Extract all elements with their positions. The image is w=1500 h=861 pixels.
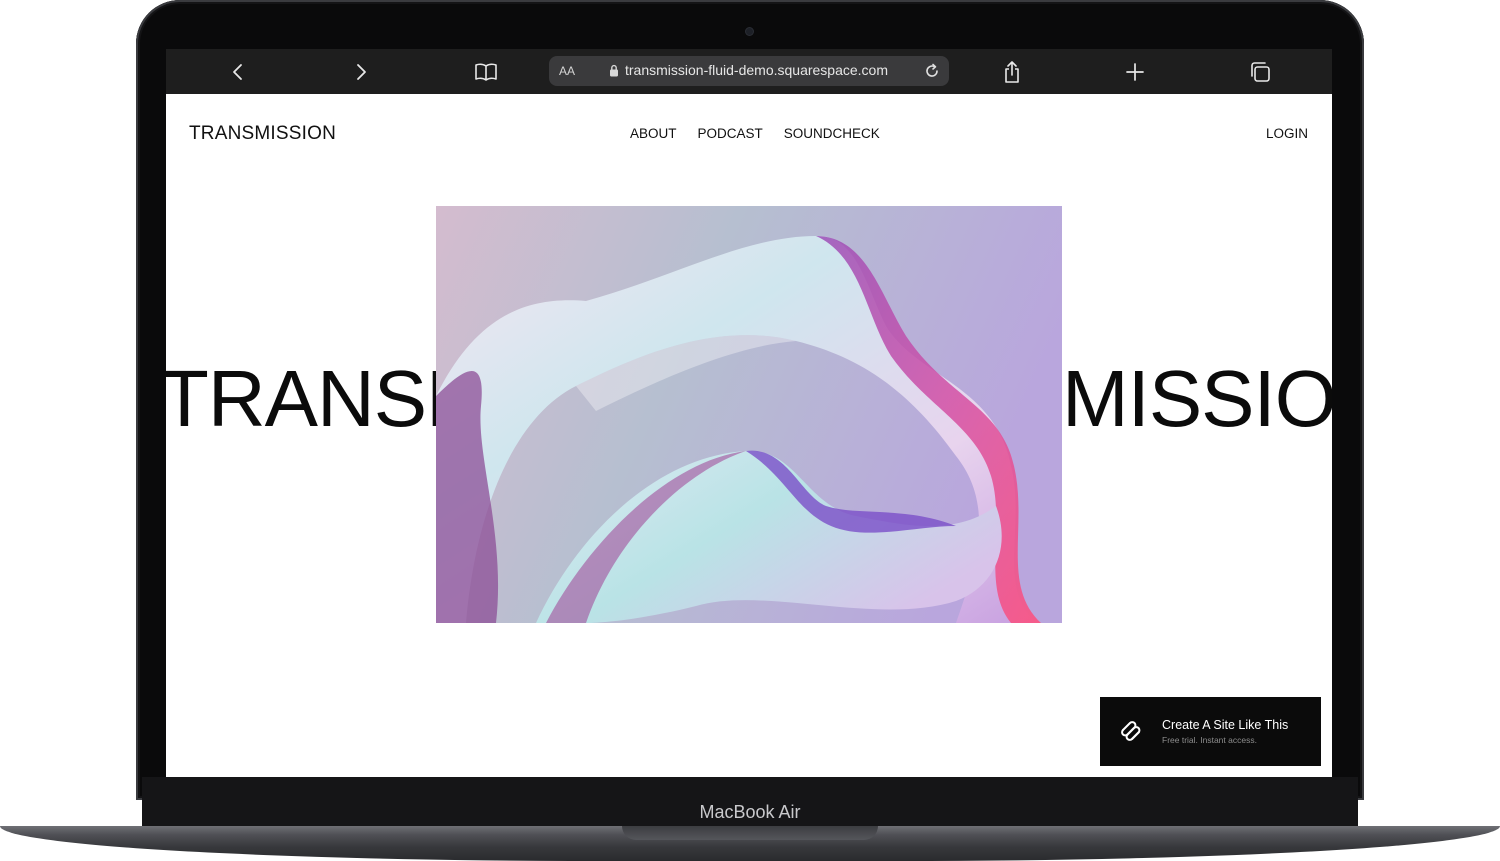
hero-image [436, 206, 1062, 623]
forward-button[interactable] [346, 57, 376, 87]
browser-toolbar: AA transmission-fluid-demo.squarespace.c… [166, 49, 1332, 94]
login-link[interactable]: LOGIN [1266, 126, 1308, 141]
tabs-overview-button[interactable] [1245, 57, 1275, 87]
forward-icon [357, 64, 366, 80]
back-icon [233, 64, 242, 80]
cta-subtitle: Free trial. Instant access. [1162, 735, 1257, 745]
squarespace-logo-icon [1121, 721, 1141, 741]
back-button[interactable] [223, 57, 253, 87]
text-size-button[interactable]: AA [559, 64, 575, 78]
bookmarks-icon [475, 63, 497, 81]
site-nav: ABOUT PODCAST SOUNDCHECK [630, 126, 880, 141]
cta-title: Create A Site Like This [1162, 718, 1289, 732]
site-logo[interactable]: TRANSMISSION [189, 123, 336, 145]
laptop-base-notch [622, 826, 878, 840]
nav-soundcheck[interactable]: SOUNDCHECK [784, 126, 880, 141]
device-label: MacBook Air [699, 802, 801, 822]
new-tab-button[interactable] [1120, 57, 1150, 87]
browser-screen: AA transmission-fluid-demo.squarespace.c… [166, 49, 1332, 777]
bookmarks-button[interactable] [471, 57, 501, 87]
camera [746, 28, 753, 35]
laptop-mockup: AA transmission-fluid-demo.squarespace.c… [0, 0, 1500, 861]
reload-button[interactable] [921, 60, 943, 82]
nav-about[interactable]: ABOUT [630, 126, 677, 141]
share-button[interactable] [997, 57, 1027, 87]
reload-icon [926, 63, 938, 77]
abstract-fluid-artwork [436, 206, 1062, 623]
nav-podcast[interactable]: PODCAST [698, 126, 763, 141]
tabs-icon [1251, 62, 1270, 82]
url-display: transmission-fluid-demo.squarespace.com [609, 62, 888, 78]
address-bar[interactable]: AA transmission-fluid-demo.squarespace.c… [549, 56, 949, 86]
lock-icon [610, 64, 618, 76]
share-icon [1005, 61, 1019, 83]
url-text: transmission-fluid-demo.squarespace.com [625, 62, 888, 78]
new-tab-icon [1126, 63, 1144, 81]
create-site-cta[interactable]: Create A Site Like This Free trial. Inst… [1100, 697, 1321, 766]
